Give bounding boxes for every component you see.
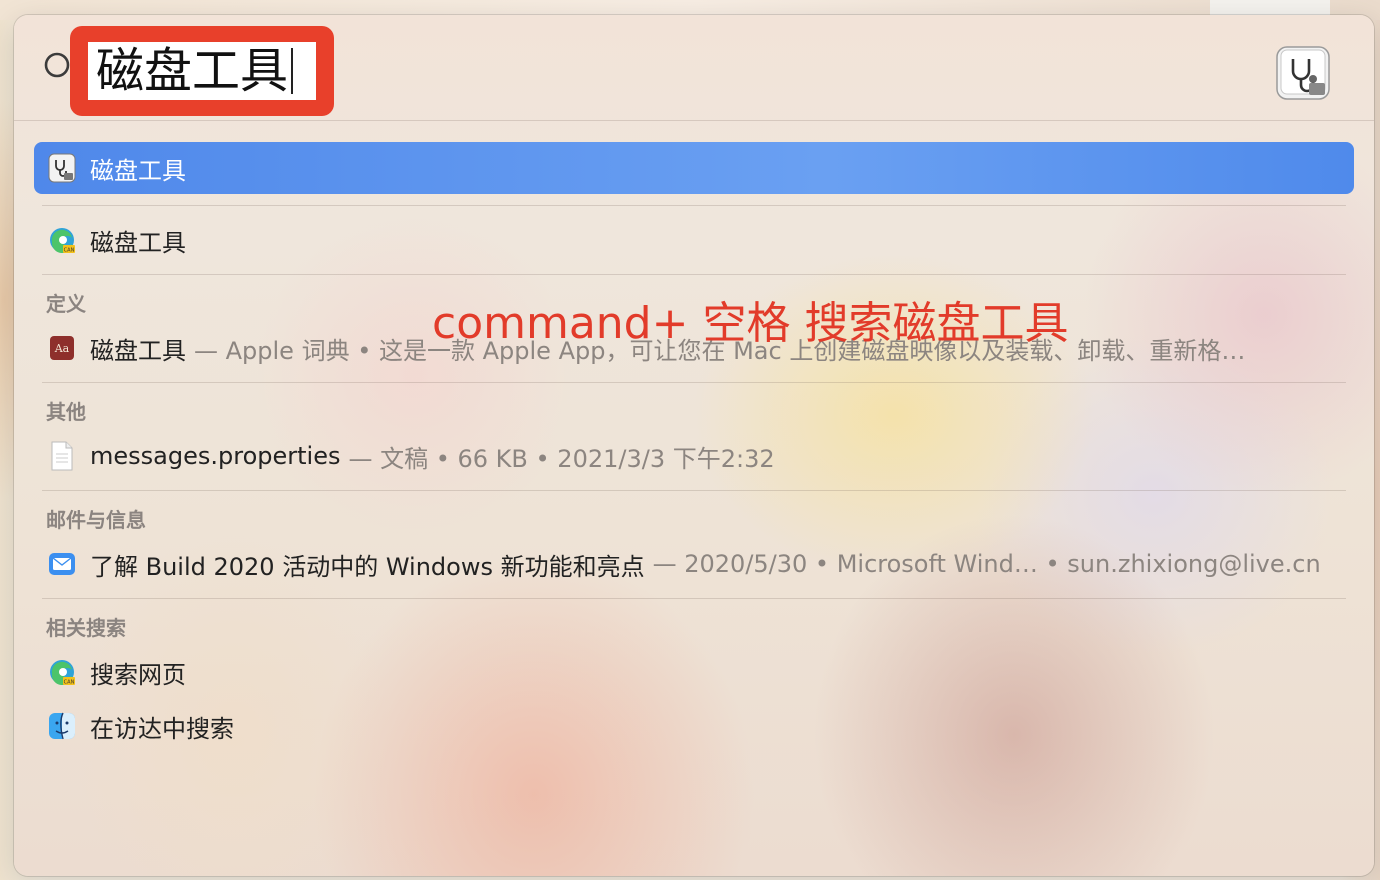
divider: [42, 598, 1346, 599]
divider: [42, 490, 1346, 491]
section-header-mail: 邮件与信息: [46, 508, 146, 532]
document-result-row[interactable]: messages.properties — 文稿 • 66 KB • 2021/…: [34, 430, 1354, 482]
top-hit-disk-utility[interactable]: 磁盘工具: [34, 142, 1354, 194]
document-icon: [46, 440, 78, 472]
mail-result-row[interactable]: 了解 Build 2020 活动中的 Windows 新功能和亮点 — 2020…: [34, 538, 1354, 590]
divider: [42, 205, 1346, 206]
search-query-text: 磁盘工具: [96, 43, 289, 99]
divider: [42, 274, 1346, 275]
mail-meta: — 2020/5/30 • Microsoft Wind… • sun.zhix…: [652, 550, 1321, 578]
mail-subject: 了解 Build 2020 活动中的 Windows 新功能和亮点: [90, 552, 645, 581]
related-search-finder-label: 在访达中搜索: [90, 714, 234, 743]
definition-label: 磁盘工具: [90, 336, 186, 365]
divider: [42, 382, 1346, 383]
svg-text:CAN: CAN: [64, 248, 75, 254]
section-header-other: 其他: [46, 400, 86, 424]
text-caret: [291, 48, 294, 94]
edge-browser-icon: CAN: [46, 656, 78, 688]
document-meta: — 文稿 • 66 KB • 2021/3/3 下午2:32: [348, 444, 775, 473]
mail-icon: [46, 548, 78, 580]
dictionary-icon: Aa: [46, 332, 78, 364]
svg-text:CAN: CAN: [64, 680, 75, 686]
edge-browser-icon: CAN: [46, 224, 78, 256]
top-hit-label: 磁盘工具: [90, 156, 186, 185]
disk-utility-preview-icon: [1276, 46, 1330, 100]
svg-text:Aa: Aa: [54, 342, 70, 355]
search-icon: [44, 52, 70, 78]
spotlight-window: 磁盘工具 磁盘工具 CAN 磁盘工具 定义 Aa 磁盘工具 — Apple 词典…: [14, 15, 1374, 876]
annotation-text: command+ 空格 搜索磁盘工具: [432, 298, 1069, 349]
web-hit-disk-utility[interactable]: CAN 磁盘工具: [34, 214, 1354, 266]
related-search-web-label: 搜索网页: [90, 660, 186, 689]
section-header-definition: 定义: [46, 292, 86, 316]
spotlight-search-bar: 磁盘工具: [14, 15, 1374, 121]
web-hit-label: 磁盘工具: [90, 228, 186, 257]
section-header-related: 相关搜索: [46, 616, 126, 640]
spotlight-search-input[interactable]: 磁盘工具: [88, 42, 316, 100]
disk-utility-icon: [46, 152, 78, 184]
document-label: messages.properties: [90, 442, 341, 470]
related-search-web[interactable]: CAN 搜索网页: [34, 646, 1354, 698]
finder-icon: [46, 710, 78, 742]
related-search-finder[interactable]: 在访达中搜索: [34, 700, 1354, 752]
